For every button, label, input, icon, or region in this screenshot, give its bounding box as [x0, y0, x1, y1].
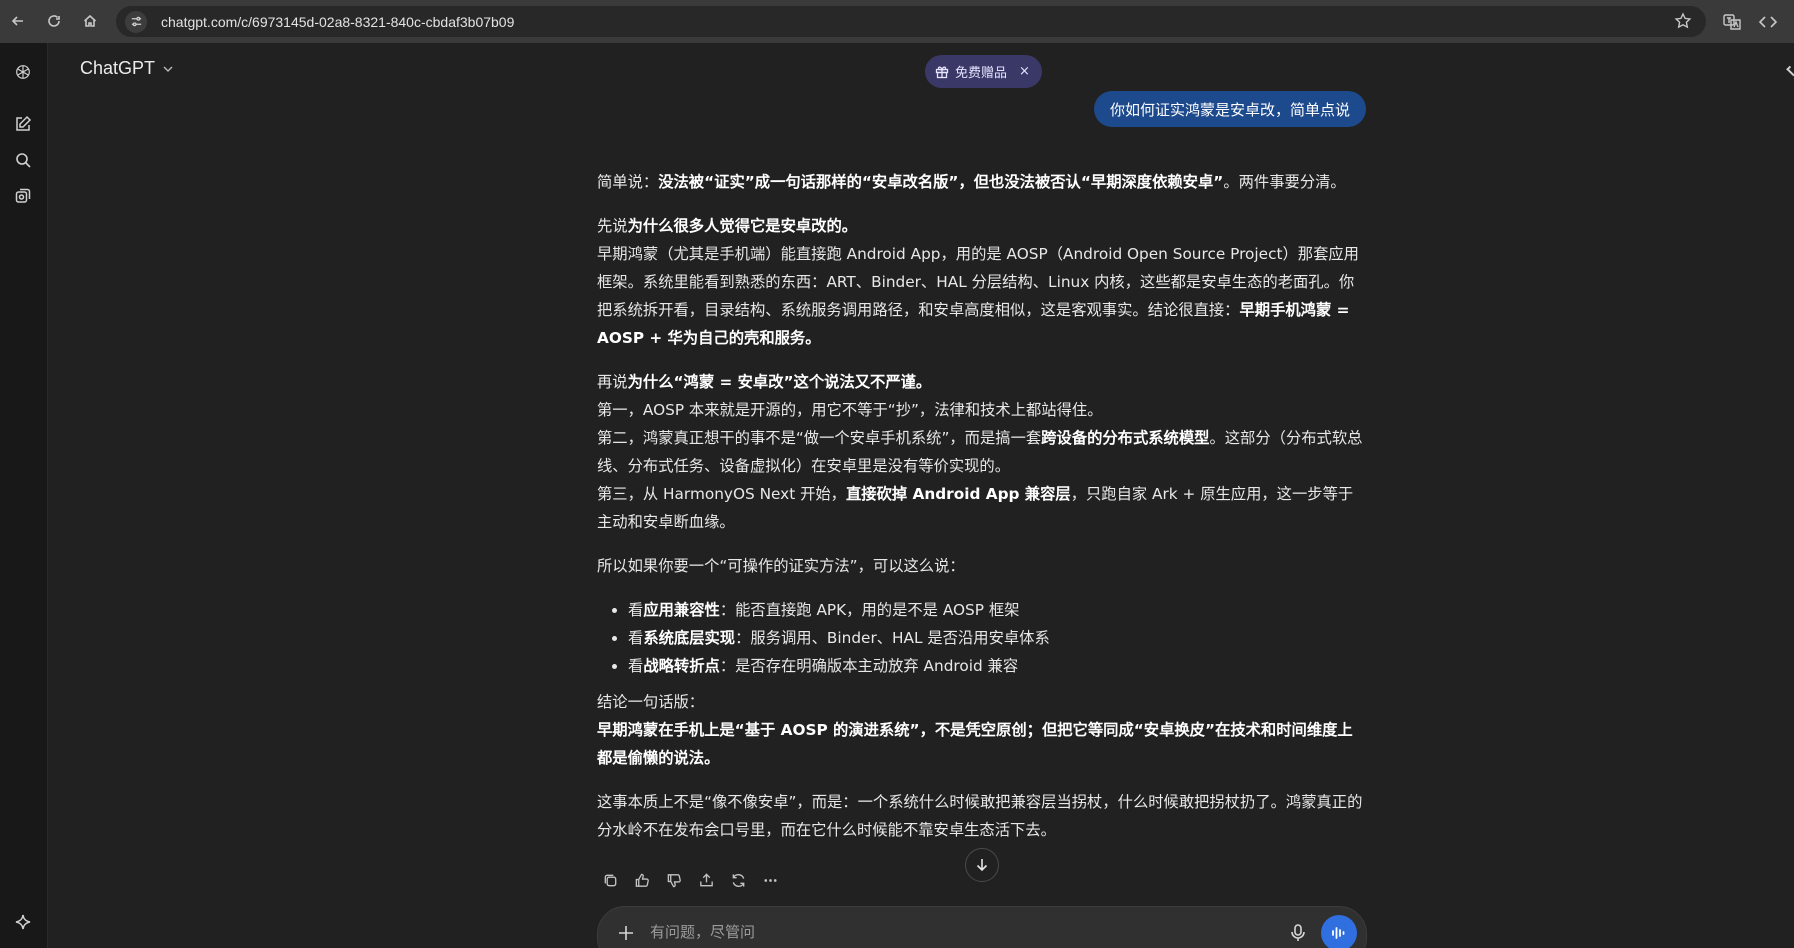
list-item: 看战略转折点：是否存在明确版本主动放弃 Android 兼容	[628, 652, 1367, 680]
plus-icon[interactable]	[614, 921, 638, 945]
answer-paragraph: 这事本质上不是“像不像安卓”，而是：一个系统什么时候敢把兼容层当拐杖，什么时候敢…	[597, 793, 1363, 839]
arrow-down-icon	[976, 859, 988, 872]
answer-paragraph: 简单说：没法被“证实”成一句话那样的“安卓改名版”，但也没法被否认“早期深度依赖…	[597, 173, 1346, 191]
regenerate-icon[interactable]	[726, 868, 750, 892]
more-icon[interactable]	[758, 868, 782, 892]
thumbs-down-icon[interactable]	[662, 868, 686, 892]
browser-toolbar: chatgpt.com/c/6973145d-02a8-8321-840c-cb…	[0, 0, 1794, 43]
answer-paragraph: 所以如果你要一个“可操作的证实方法”，可以这么说：	[597, 557, 965, 575]
chevron-down-icon	[163, 65, 173, 72]
composer	[597, 906, 1367, 948]
answer-paragraph: 先说为什么很多人觉得它是安卓改的。 早期鸿蒙（尤其是手机端）能直接跑 Andro…	[597, 217, 1359, 347]
user-message: 你如何证实鸿蒙是安卓改，简单点说	[1093, 91, 1366, 127]
copy-icon[interactable]	[598, 868, 622, 892]
list-item: 看应用兼容性：能否直接跑 APK，用的是不是 AOSP 框架	[628, 596, 1367, 624]
library-icon[interactable]	[11, 184, 35, 208]
message-actions	[598, 868, 782, 892]
address-bar[interactable]: chatgpt.com/c/6973145d-02a8-8321-840c-cb…	[116, 6, 1706, 37]
list-item: 看系统底层实现：服务调用、Binder、HAL 是否沿用安卓体系	[628, 624, 1367, 652]
code-icon[interactable]	[1758, 12, 1778, 32]
new-chat-icon[interactable]	[11, 112, 35, 136]
star-icon[interactable]	[1674, 12, 1692, 30]
answer-paragraph: 再说为什么“鸿蒙 = 安卓改”这个说法又不严谨。 第一，AOSP 本来就是开源的…	[597, 373, 1363, 531]
sparkle-icon[interactable]	[11, 910, 35, 934]
answer-list: 看应用兼容性：能否直接跑 APK，用的是不是 AOSP 框架 看系统底层实现：服…	[628, 596, 1367, 680]
voice-mode-button[interactable]	[1321, 915, 1357, 948]
waveform-icon	[1332, 927, 1345, 939]
thumbs-up-icon[interactable]	[630, 868, 654, 892]
scroll-to-bottom-button[interactable]	[965, 848, 999, 882]
prompt-input[interactable]	[650, 918, 1250, 946]
gift-icon	[935, 65, 949, 78]
promo-label: 免费赠品	[955, 66, 1008, 81]
model-name: ChatGPT	[80, 58, 156, 78]
sidebar-rail	[0, 43, 48, 948]
assistant-message: 简单说：没法被“证实”成一句话那样的“安卓改名版”，但也没法被否认“早期深度依赖…	[597, 168, 1367, 860]
search-icon[interactable]	[11, 148, 35, 172]
url-text[interactable]: chatgpt.com/c/6973145d-02a8-8321-840c-cb…	[161, 14, 514, 30]
site-info-icon[interactable]	[125, 10, 147, 33]
close-icon[interactable]: ×	[1019, 64, 1030, 79]
free-gift-badge[interactable]: 免费赠品 ×	[925, 55, 1042, 88]
share-icon[interactable]	[694, 868, 718, 892]
microphone-icon[interactable]	[1286, 921, 1310, 945]
reload-icon[interactable]	[41, 8, 67, 34]
chevron-left-icon[interactable]	[1786, 65, 1794, 77]
home-icon[interactable]	[77, 8, 103, 34]
translate-icon[interactable]	[1722, 12, 1742, 32]
answer-conclusion: 结论一句话版： 早期鸿蒙在手机上是“基于 AOSP 的演进系统”，不是凭空原创；…	[597, 693, 1353, 767]
model-selector[interactable]: ChatGPT	[80, 58, 175, 79]
openai-logo-icon[interactable]	[11, 60, 35, 84]
back-icon[interactable]	[5, 8, 31, 34]
